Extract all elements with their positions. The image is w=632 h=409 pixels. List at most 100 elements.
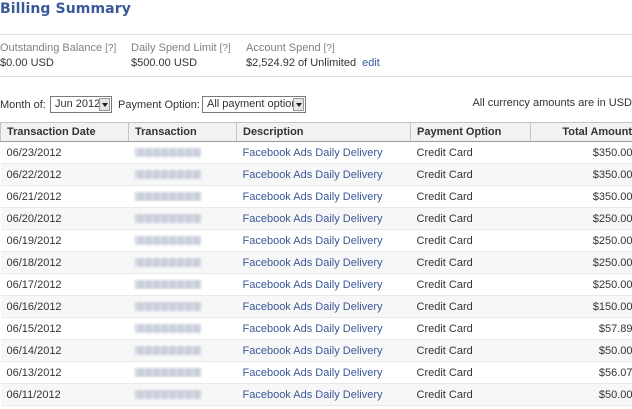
table-row: 06/11/2012 Facebook Ads Daily Delivery C…	[0, 383, 632, 406]
description-link[interactable]: Facebook Ads Daily Delivery	[236, 251, 411, 274]
redacted-transaction-id	[134, 170, 201, 180]
payment-option-cell: Credit Card	[410, 361, 531, 384]
total-amount-cell: $350.00	[530, 185, 632, 208]
total-amount-cell: $350.00	[530, 141, 632, 164]
outstanding-balance-value: $0.00 USD	[0, 57, 54, 69]
daily-spend-limit-help-icon[interactable]: [?]	[220, 43, 231, 54]
transaction-id-cell[interactable]	[128, 251, 237, 274]
outstanding-balance-stat: Outstanding Balance [?] $0.00 USD	[0, 42, 116, 69]
description-link[interactable]: Facebook Ads Daily Delivery	[236, 141, 411, 164]
transaction-date-cell: 06/23/2012	[0, 141, 129, 164]
dropdown-arrow-icon[interactable]	[293, 98, 304, 111]
total-amount-cell: $250.00	[530, 229, 632, 252]
description-link[interactable]: Facebook Ads Daily Delivery	[236, 361, 411, 384]
daily-spend-limit-value: $500.00 USD	[131, 57, 198, 69]
account-spend-stat: Account Spend [?] $2,524.92 of Unlimited e…	[246, 42, 380, 69]
description-link[interactable]: Facebook Ads Daily Delivery	[236, 295, 411, 318]
payment-option-cell: Credit Card	[410, 229, 531, 252]
transaction-id-cell[interactable]	[128, 207, 237, 230]
payment-option-cell: Credit Card	[410, 141, 531, 164]
table-row: 06/22/2012 Facebook Ads Daily Delivery C…	[0, 163, 632, 186]
description-link[interactable]: Facebook Ads Daily Delivery	[236, 163, 411, 186]
description-link[interactable]: Facebook Ads Daily Delivery	[236, 207, 411, 230]
description-link[interactable]: Facebook Ads Daily Delivery	[236, 339, 411, 362]
column-header-total-amount[interactable]: Total Amount	[530, 122, 632, 142]
table-row: 06/23/2012 Facebook Ads Daily Delivery C…	[0, 141, 632, 164]
month-label: Month of:	[0, 99, 46, 111]
description-link[interactable]: Facebook Ads Daily Delivery	[236, 185, 411, 208]
redacted-transaction-id	[134, 346, 201, 356]
table-row: 06/17/2012 Facebook Ads Daily Delivery C…	[0, 273, 632, 296]
daily-spend-limit-stat: Daily Spend Limit [?] $500.00 USD	[131, 42, 231, 69]
payment-option-label: Payment Option:	[118, 99, 200, 111]
description-link[interactable]: Facebook Ads Daily Delivery	[236, 229, 411, 252]
table-row: 06/16/2012 Facebook Ads Daily Delivery C…	[0, 295, 632, 318]
transaction-date-cell: 06/11/2012	[0, 383, 129, 406]
total-amount-cell: $56.07	[530, 361, 632, 384]
table-row: 06/14/2012 Facebook Ads Daily Delivery C…	[0, 339, 632, 362]
month-select[interactable]: Jun 2012	[50, 96, 112, 113]
divider	[0, 76, 632, 77]
table-header-row: Transaction Date Transaction Description…	[0, 122, 632, 142]
transaction-id-cell[interactable]	[128, 361, 237, 384]
redacted-transaction-id	[134, 148, 201, 158]
total-amount-cell: $50.00	[530, 383, 632, 406]
total-amount-cell: $250.00	[530, 273, 632, 296]
payment-option-cell: Credit Card	[410, 207, 531, 230]
transaction-id-cell[interactable]	[128, 163, 237, 186]
column-header-transaction[interactable]: Transaction	[128, 122, 237, 142]
transaction-id-cell[interactable]	[128, 273, 237, 296]
account-spend-help-icon[interactable]: [?]	[324, 43, 335, 54]
description-link[interactable]: Facebook Ads Daily Delivery	[236, 317, 411, 340]
column-header-payment-option[interactable]: Payment Option	[410, 122, 531, 142]
payment-option-cell: Credit Card	[410, 273, 531, 296]
payment-option-cell: Credit Card	[410, 317, 531, 340]
transaction-id-cell[interactable]	[128, 185, 237, 208]
page-title: Billing Summary	[0, 1, 131, 17]
total-amount-cell: $57.89	[530, 317, 632, 340]
redacted-transaction-id	[134, 280, 201, 290]
transaction-date-cell: 06/14/2012	[0, 339, 129, 362]
total-amount-cell: $250.00	[530, 251, 632, 274]
redacted-transaction-id	[134, 390, 201, 400]
transaction-id-cell[interactable]	[128, 383, 237, 406]
filter-bar: Month of: Jun 2012 Payment Option: All p…	[0, 95, 632, 115]
redacted-transaction-id	[134, 258, 201, 268]
table-row: 06/13/2012 Facebook Ads Daily Delivery C…	[0, 361, 632, 384]
daily-spend-limit-label: Daily Spend Limit	[131, 42, 217, 54]
divider	[0, 34, 632, 35]
payment-option-cell: Credit Card	[410, 339, 531, 362]
transaction-id-cell[interactable]	[128, 295, 237, 318]
description-link[interactable]: Facebook Ads Daily Delivery	[236, 383, 411, 406]
transaction-date-cell: 06/20/2012	[0, 207, 129, 230]
column-header-description[interactable]: Description	[236, 122, 411, 142]
transaction-id-cell[interactable]	[128, 141, 237, 164]
total-amount-cell: $350.00	[530, 163, 632, 186]
total-amount-cell: $50.00	[530, 339, 632, 362]
total-amount-cell: $250.00	[530, 207, 632, 230]
payment-option-cell: Credit Card	[410, 185, 531, 208]
payment-option-select-value: All payment options	[207, 98, 303, 110]
table-row: 06/20/2012 Facebook Ads Daily Delivery C…	[0, 207, 632, 230]
payment-option-select[interactable]: All payment options	[202, 96, 306, 113]
redacted-transaction-id	[134, 236, 201, 246]
redacted-transaction-id	[134, 324, 201, 334]
dropdown-arrow-icon[interactable]	[99, 98, 110, 111]
transaction-date-cell: 06/19/2012	[0, 229, 129, 252]
column-header-transaction-date[interactable]: Transaction Date	[0, 122, 129, 142]
payment-option-cell: Credit Card	[410, 163, 531, 186]
transaction-id-cell[interactable]	[128, 339, 237, 362]
transaction-date-cell: 06/15/2012	[0, 317, 129, 340]
table-row: 06/15/2012 Facebook Ads Daily Delivery C…	[0, 317, 632, 340]
transaction-id-cell[interactable]	[128, 229, 237, 252]
redacted-transaction-id	[134, 214, 201, 224]
transaction-date-cell: 06/13/2012	[0, 361, 129, 384]
outstanding-balance-help-icon[interactable]: [?]	[105, 43, 116, 54]
account-spend-label: Account Spend	[246, 42, 321, 54]
transaction-id-cell[interactable]	[128, 317, 237, 340]
transaction-date-cell: 06/18/2012	[0, 251, 129, 274]
outstanding-balance-label: Outstanding Balance	[0, 42, 103, 54]
edit-spend-link[interactable]: edit	[362, 57, 380, 69]
month-select-value: Jun 2012	[55, 98, 101, 110]
description-link[interactable]: Facebook Ads Daily Delivery	[236, 273, 411, 296]
